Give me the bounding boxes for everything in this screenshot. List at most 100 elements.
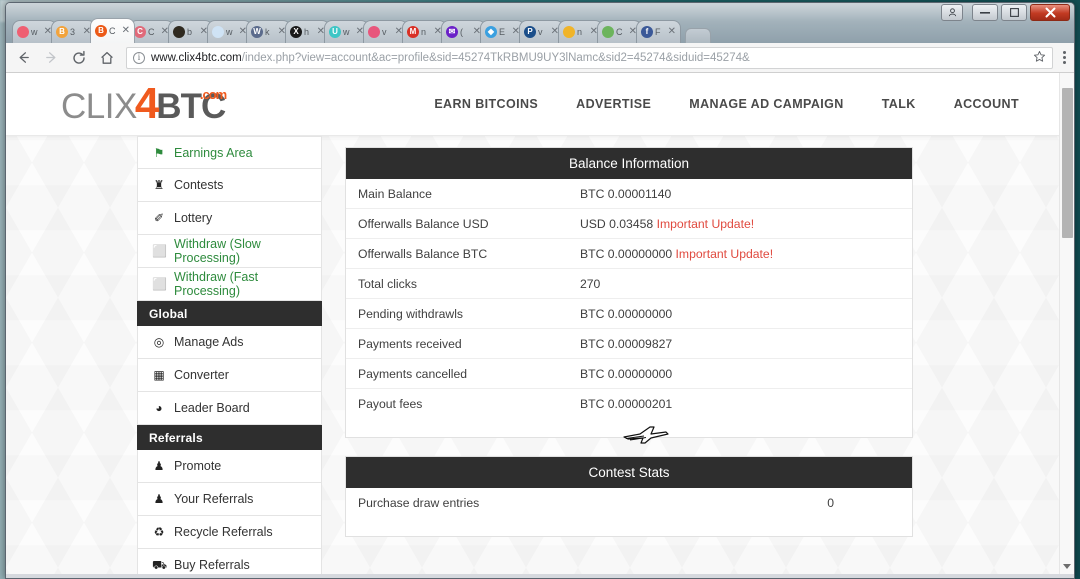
home-icon[interactable]: [98, 49, 116, 67]
new-tab-button[interactable]: [685, 28, 711, 43]
chart-icon: ⚑: [153, 145, 165, 160]
row-label: Offerwalls Balance BTC: [358, 246, 488, 261]
sidebar-item-label: Promote: [174, 459, 222, 473]
sidebar-item-earnings-area[interactable]: ⚑ Earnings Area: [137, 136, 322, 169]
site-info-icon[interactable]: i: [133, 51, 145, 64]
scroll-down-arrow[interactable]: [1063, 564, 1071, 569]
users-icon: ♟: [153, 492, 165, 506]
contest-rows: Purchase draw entries 0: [346, 488, 912, 518]
tab-favicon-icon: X: [290, 26, 302, 38]
window-minimize-button[interactable]: [972, 4, 998, 21]
main-content: Balance Information Main Balance BTC 0.00…: [345, 136, 913, 574]
reload-icon[interactable]: [70, 49, 88, 67]
row-value: 0: [827, 496, 834, 510]
sidebar-section-header: Referrals: [137, 425, 322, 450]
logo-part-clix: CLIX: [61, 87, 137, 126]
tab-favicon-icon: U: [329, 26, 341, 38]
forward-icon[interactable]: [42, 49, 60, 67]
row-label: Total clicks: [358, 276, 417, 291]
tab-favicon-icon: [368, 26, 380, 38]
browser-menu-icon[interactable]: [1063, 50, 1066, 65]
cart-icon: ⛟: [152, 558, 168, 572]
panel-spacer-2: [346, 518, 912, 536]
browser-tabs: w ✕ B 3 ✕ B C ✕ C C ✕ b ✕ w ✕ Wk ✕ Xh ✕ Uw ✕ v ✕ Mn ✕ ✉(✕ ◆ E ✕ Pv ✕ n ✕…: [12, 18, 711, 43]
tab-title: F: [655, 27, 661, 37]
site-nav-item[interactable]: ADVERTISE: [576, 97, 651, 111]
globe-icon: ◕: [155, 401, 163, 415]
sidebar-item-lottery[interactable]: ✐ Lottery: [137, 202, 322, 235]
grid-icon: ▦: [153, 368, 165, 382]
sidebar-item-buy-referrals[interactable]: ⛟ Buy Referrals: [137, 549, 322, 574]
tab-title: k: [265, 27, 270, 37]
sidebar-item-label: Withdraw (Fast Processing): [174, 270, 259, 298]
sidebar-item-withdraw-slow-processing[interactable]: ⬜ Withdraw (Slow Processing): [137, 235, 322, 268]
table-row: Main Balance BTC 0.00001140: [346, 179, 912, 209]
browser-navbar: i www.clix4btc.com/index.php?view=accoun…: [6, 43, 1074, 73]
balance-panel-title: Balance Information: [346, 148, 912, 179]
site-nav-item[interactable]: EARN BITCOINS: [434, 97, 538, 111]
balance-information-panel: Balance Information Main Balance BTC 0.00…: [345, 147, 913, 438]
site-logo[interactable]: CLIX 4 BTC .com: [61, 82, 227, 126]
window-controls: [941, 4, 1070, 21]
window-user-button[interactable]: [941, 4, 963, 21]
address-bar[interactable]: i www.clix4btc.com/index.php?view=accoun…: [126, 46, 1053, 69]
tab-title: n: [421, 27, 427, 37]
money-icon: ⬜: [152, 244, 167, 258]
tab-close-icon[interactable]: ✕: [668, 27, 676, 37]
sidebar-item-contests[interactable]: ♜ Contests: [137, 169, 322, 202]
contest-panel-title: Contest Stats: [346, 457, 912, 488]
table-row: Payments received BTC 0.00009827: [346, 329, 912, 359]
row-alert-badge: Important Update!: [672, 246, 774, 261]
tab-title: w: [343, 27, 350, 37]
sidebar-item-withdraw-fast-processing[interactable]: ⬜ Withdraw (Fast Processing): [137, 268, 322, 301]
sidebar-item-your-referrals[interactable]: ♟ Your Referrals: [137, 483, 322, 516]
tab-title: n: [577, 27, 583, 37]
tab-favicon-icon: W: [251, 26, 263, 38]
sidebar-item-promote[interactable]: ♟ Promote: [137, 450, 322, 483]
row-value: BTC 0.00009827: [580, 336, 673, 351]
site-nav-item[interactable]: TALK: [882, 97, 916, 111]
browser-tab[interactable]: f F ✕: [636, 20, 681, 43]
tab-favicon-icon: ◆: [485, 26, 497, 38]
table-row: Purchase draw entries 0: [346, 488, 912, 518]
trophy-icon: ♜: [153, 178, 165, 192]
tab-title: w: [31, 27, 38, 37]
bookmark-star-icon[interactable]: [1033, 50, 1046, 66]
balance-rows: Main Balance BTC 0.00001140 Offerwalls Bal…: [346, 179, 912, 419]
window-maximize-button[interactable]: [1001, 4, 1027, 21]
tab-favicon-icon: P: [524, 26, 536, 38]
row-value: BTC 0.00000000: [580, 306, 673, 321]
row-label: Payout fees: [358, 397, 423, 411]
back-icon[interactable]: [14, 49, 32, 67]
tab-favicon-icon: B: [95, 25, 107, 37]
row-label: Payments cancelled: [358, 366, 468, 381]
tab-favicon-icon: [602, 26, 614, 38]
window-close-button[interactable]: [1030, 4, 1070, 21]
tab-title: E: [499, 27, 506, 37]
site-nav-item[interactable]: ACCOUNT: [954, 97, 1019, 111]
sidebar-item-label: Manage Ads: [174, 335, 244, 349]
sidebar-item-manage-ads[interactable]: ◎ Manage Ads: [137, 326, 322, 359]
scrollbar-thumb[interactable]: [1062, 88, 1073, 238]
add-user-icon: ♟: [153, 459, 165, 473]
browser-tab[interactable]: B C ✕: [90, 18, 135, 43]
sidebar-item-converter[interactable]: ▦ Converter: [137, 359, 322, 392]
row-alert-badge: Important Update!: [653, 216, 755, 231]
row-value: 270: [580, 276, 601, 291]
sidebar-item-leader-board[interactable]: ◕ Leader Board: [137, 392, 322, 425]
tab-favicon-icon: [173, 26, 185, 38]
tab-title: C: [109, 26, 116, 36]
sidebar-item-label: Lottery: [174, 211, 213, 225]
ticket-icon: ✐: [153, 211, 165, 225]
site-main-nav: EARN BITCOINS ADVERTISE MANAGE AD CAMPAIGN…: [434, 97, 1019, 111]
panel-spacer: [346, 419, 912, 437]
sidebar-item-recycle-referrals[interactable]: ♻ Recycle Referrals: [137, 516, 322, 549]
tab-close-icon[interactable]: ✕: [122, 26, 130, 36]
tab-title: v: [382, 27, 387, 37]
row-value: BTC 0.00000201: [580, 397, 673, 411]
site-nav-item[interactable]: MANAGE AD CAMPAIGN: [689, 97, 843, 111]
row-value: USD 0.03458 Important Update!: [580, 216, 755, 231]
tab-title: v: [538, 27, 543, 37]
page-scrollbar[interactable]: [1059, 73, 1074, 574]
target-icon: ◎: [153, 335, 165, 349]
